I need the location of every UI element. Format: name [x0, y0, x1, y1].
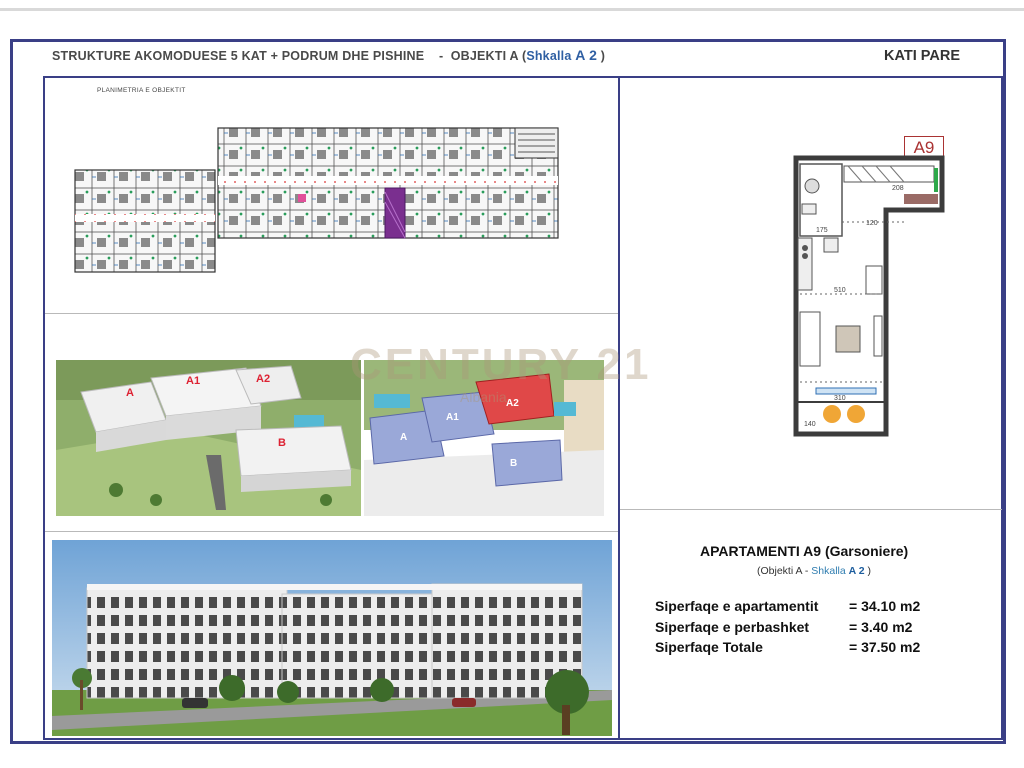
title-shkalla: Shkalla	[526, 49, 572, 63]
left-divider-2	[45, 531, 618, 532]
subtitle-close: )	[867, 565, 872, 577]
site-label-a: A	[400, 432, 407, 443]
site-plan-label: PLANIMETRIA E OBJEKTIT	[97, 87, 186, 94]
area-label: Siperfaqe e apartamentit	[655, 598, 819, 614]
area-value: = 37.50 m2	[849, 639, 921, 655]
site-label-a1: A1	[446, 412, 459, 423]
sheet-title: STRUKTURE AKOMODUESE 5 KAT + PODRUM DHE …	[52, 47, 605, 63]
site-floor-plan	[74, 127, 559, 273]
area-row: Siperfaqe Totale = 37.50 m2	[655, 639, 920, 655]
area-row: Siperfaqe e apartamentit = 34.10 m2	[655, 598, 920, 614]
floor-label: KATI PARE	[884, 48, 960, 64]
dim-310: 310	[834, 395, 846, 402]
street-render	[52, 540, 612, 736]
dim-510: 510	[834, 287, 846, 294]
brand-watermark: CENTURY 21	[350, 340, 652, 389]
subtitle-shkalla: Shkalla	[811, 565, 846, 577]
dim-208: 208	[892, 185, 904, 192]
area-label: Siperfaqe Totale	[655, 639, 763, 655]
apartment-subtitle: (Objekti A - Shkalla A 2 )	[757, 565, 871, 577]
aerial-label-b: B	[278, 437, 286, 449]
area-value: = 34.10 m2	[849, 598, 921, 614]
top-divider	[0, 8, 1024, 11]
aerial-label-a: A	[126, 387, 134, 399]
site-label-a2: A2	[506, 398, 519, 409]
apartment-title: APARTAMENTI A9 (Garsoniere)	[700, 543, 909, 559]
title-a2: A 2	[575, 47, 598, 63]
subtitle-prefix: (Objekti A -	[757, 565, 809, 577]
title-close: )	[600, 49, 606, 63]
site-label-b: B	[510, 458, 517, 469]
brand-watermark-sub: Albania	[460, 389, 507, 405]
vertical-divider	[618, 78, 620, 738]
right-divider	[620, 509, 1002, 510]
area-label: Siperfaqe e perbashket	[655, 619, 810, 635]
title-main: STRUKTURE AKOMODUESE 5 KAT + PODRUM DHE …	[52, 49, 425, 63]
dim-175: 175	[816, 227, 828, 234]
aerial-render: A A1 A2 B	[56, 360, 361, 516]
unit-floor-plan: 208 120 175 510 310 140	[793, 155, 945, 437]
left-divider-1	[45, 313, 618, 314]
dim-120: 120	[866, 220, 878, 227]
subtitle-a2: A 2	[848, 565, 865, 577]
aerial-label-a1: A1	[186, 375, 200, 387]
area-value: = 3.40 m2	[849, 619, 913, 635]
area-row: Siperfaqe e perbashket = 3.40 m2	[655, 619, 912, 635]
dim-140: 140	[804, 421, 816, 428]
title-sep: -	[438, 49, 444, 63]
aerial-label-a2: A2	[256, 373, 270, 385]
title-obj: OBJEKTI A (	[450, 49, 527, 63]
